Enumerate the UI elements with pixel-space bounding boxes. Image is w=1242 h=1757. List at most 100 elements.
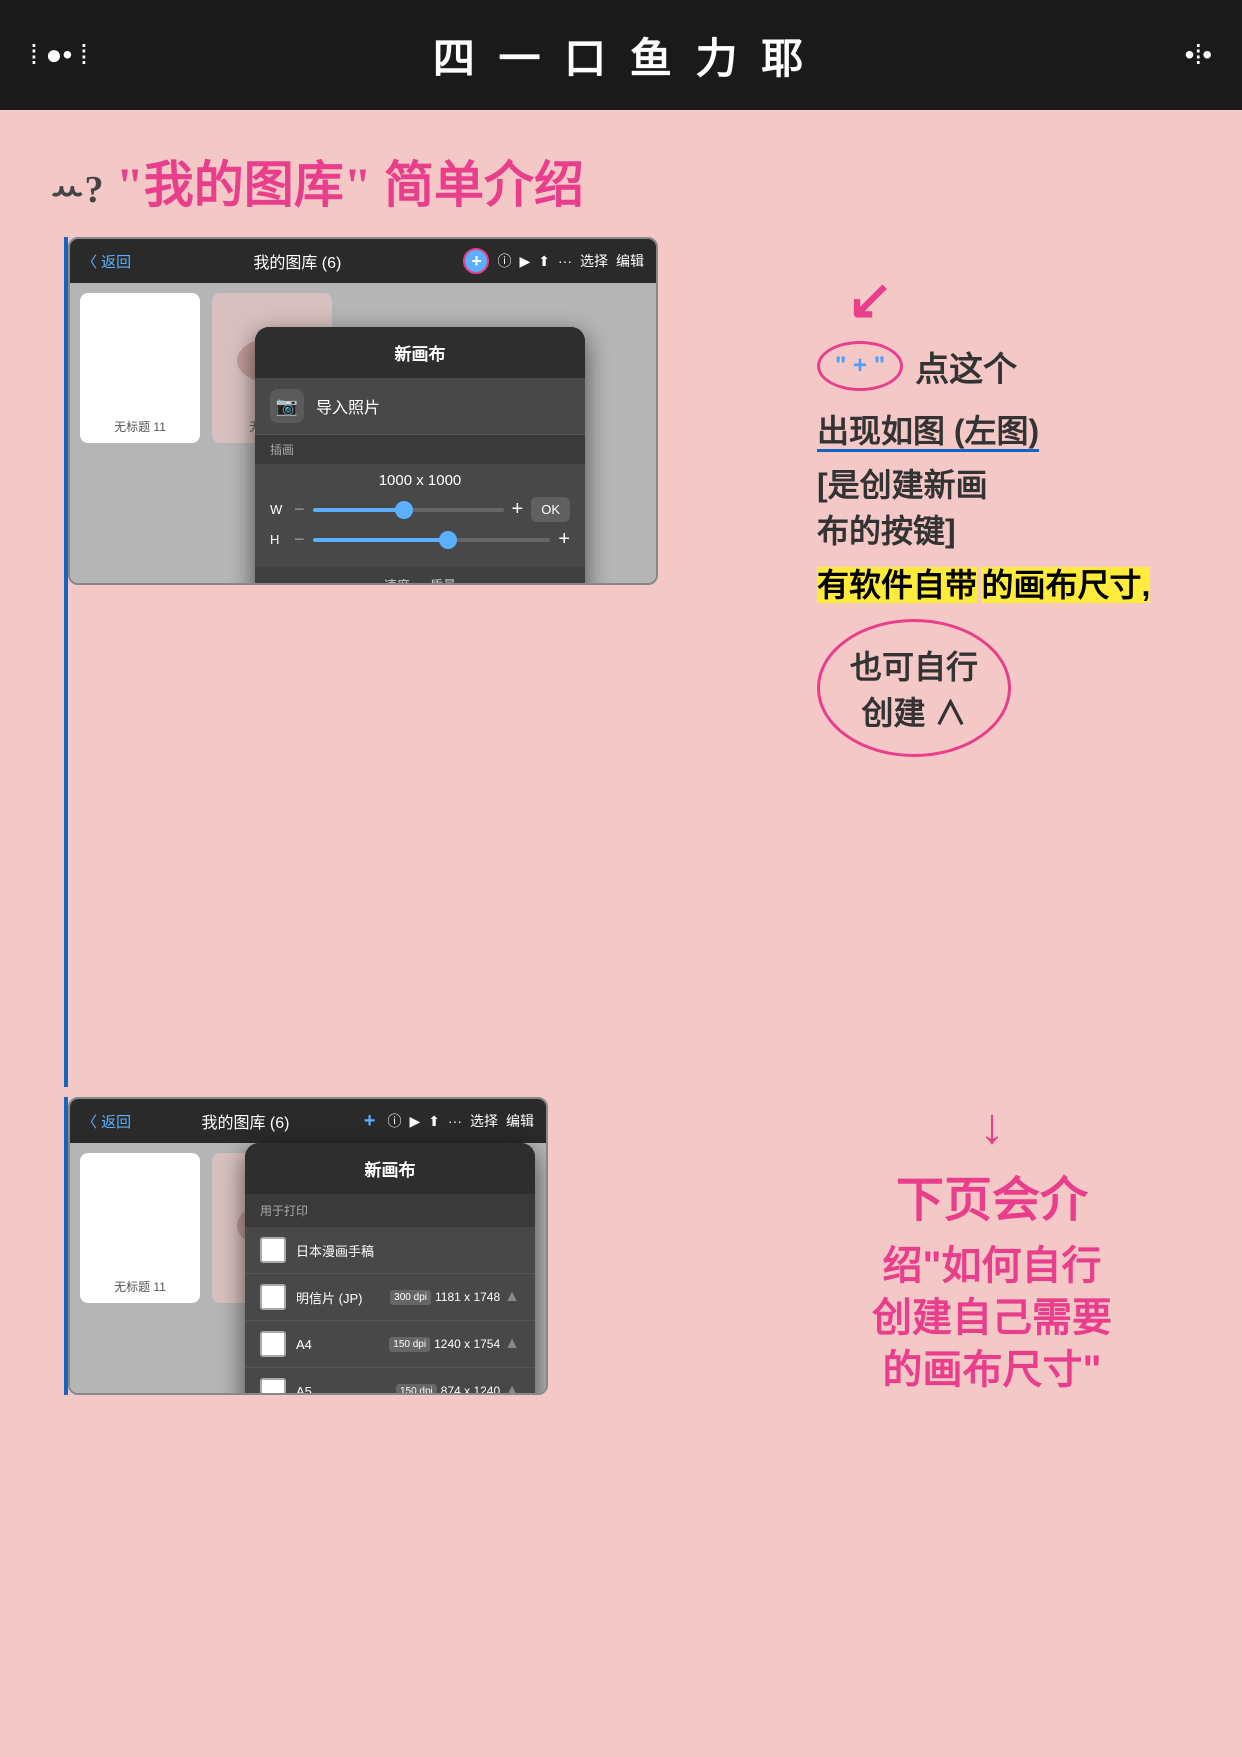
preset-size-b-a4: 1240 x 1754 (434, 1337, 500, 1351)
slider-w-label: W (270, 502, 286, 517)
slider-w-plus[interactable]: + (512, 498, 524, 521)
annotation-text-6: 也可自行 (850, 642, 978, 688)
nav-share-bottom[interactable]: ⬆ (428, 1113, 440, 1130)
slider-h-label: H (270, 532, 286, 547)
bottom-annotation-line4: 的画布尺寸" (777, 1344, 1207, 1396)
ok-button[interactable]: OK (531, 497, 570, 522)
nav-select[interactable]: 选择 (580, 251, 608, 271)
speed-quality: 速度 ↔ 质量 (255, 567, 585, 585)
nav-select-bottom[interactable]: 选择 (470, 1111, 498, 1131)
nav-info-bottom[interactable]: ⓘ (387, 1111, 401, 1131)
preset-b-a5[interactable]: A5 150 dpi 874 x 1240 ▲ (245, 1368, 535, 1395)
preset-arr-b-postcard: ▲ (504, 1288, 520, 1306)
nav-bar-top: 〈 返回 我的图库 (6) + ⓘ ▶ ⬆ ··· 选择 编辑 (70, 239, 656, 283)
preset-name-b-manga: 日本漫画手稿 (296, 1241, 520, 1260)
right-annotations-top: ↙ " + " 点这个 出现如图 (左图) [是创建新画 布的按键] 有软件自带 (817, 267, 1207, 757)
preset-dpi-b-a5: 150 dpi (396, 1384, 437, 1396)
nav-bar-bottom: 〈 返回 我的图库 (6) + ⓘ ▶ ⬆ ··· 选择 编辑 (70, 1099, 546, 1143)
top-bar-left-decor: ⁞ ●• ⁞ (30, 39, 88, 71)
preset-dpi-b-postcard: 300 dpi (390, 1290, 431, 1305)
preset-name-b-a4: A4 (296, 1337, 389, 1352)
preset-arr-b-a5: ▲ (504, 1382, 520, 1395)
nav-edit[interactable]: 编辑 (616, 251, 644, 271)
modal-top: 新画布 📷 导入照片 插画 1000 x 1000 W − (255, 327, 585, 585)
gallery-item-1[interactable]: 无标题 11 (80, 293, 200, 443)
import-label: 导入照片 (316, 394, 380, 418)
nav-title: 我的图库 (6) (139, 249, 455, 273)
camera-icon: 📷 (270, 389, 304, 423)
slider-w-minus[interactable]: − (294, 499, 305, 520)
nav-back-bottom[interactable]: 〈 返回 (82, 1111, 131, 1132)
annotation-text-7: 创建 ∧ (850, 688, 978, 734)
bottom-annotation-line2: 绍"如何自行 (777, 1240, 1207, 1292)
modal-bottom: 新画布 用于打印 日本漫画手稿 明信片 (JP) 300 dpi 1181 x … (245, 1143, 535, 1395)
bubble-text: 点这个 (915, 342, 1017, 391)
annotation-text-1: 出现如图 (左图) (817, 413, 1039, 452)
annotation-text-4: 有软件自带 (817, 567, 977, 603)
gallery-label-b1: 无标题 11 (114, 1278, 166, 1295)
gallery-top: 无标题 11 无标题 7 新画布 📷 导入照片 插画 (70, 283, 656, 583)
canvas-section-label: 插画 (255, 435, 585, 464)
annotation-text-5: 的画布尺寸, (981, 567, 1150, 603)
preset-check-b-manga[interactable] (260, 1237, 286, 1263)
nav-info[interactable]: ⓘ (497, 251, 511, 271)
slider-area: W − + OK H − (255, 493, 585, 567)
annotation-text-3: 布的按键] (817, 506, 1207, 552)
preset-size-b-postcard: 1181 x 1748 (435, 1290, 500, 1304)
size-display: 1000 x 1000 (255, 464, 585, 493)
gallery-item-b1[interactable]: 无标题 11 (80, 1153, 200, 1303)
nav-title-bottom: 我的图库 (6) (139, 1109, 352, 1133)
slider-w-row: W − + OK (270, 497, 570, 522)
preset-b-manga[interactable]: 日本漫画手稿 (245, 1227, 535, 1274)
annotation-text-2: [是创建新画 (817, 460, 1207, 506)
bottom-annotation-line1: 下页会介 (777, 1160, 1207, 1230)
nav-edit-bottom[interactable]: 编辑 (506, 1111, 534, 1131)
slider-w-track[interactable] (313, 508, 504, 512)
bottom-area: 〈 返回 我的图库 (6) + ⓘ ▶ ⬆ ··· 选择 编辑 无标题 11 无… (20, 1097, 1222, 1395)
annotation-lines45: 有软件自带 的画布尺寸, (817, 560, 1207, 606)
import-row[interactable]: 📷 导入照片 (255, 378, 585, 435)
preset-arr-b-a4: ▲ (504, 1335, 520, 1353)
modal-header: 新画布 (255, 327, 585, 378)
page-title: ꕀ? "我的图库" 简单介绍 (50, 145, 1222, 217)
top-bar-right-decor: •⁞• (1185, 39, 1212, 71)
right-annotations-bottom: ↓ 下页会介 绍"如何自行 创建自己需要 的画布尺寸" (777, 1097, 1207, 1396)
main-content: ꕀ? "我的图库" 简单介绍 〈 返回 我的图库 (6) + ⓘ ▶ ⬆ ···… (0, 110, 1242, 1757)
down-arrow-icon: ↓ (980, 1098, 1005, 1154)
print-header-bottom: 用于打印 (245, 1194, 535, 1227)
nav-more-bottom[interactable]: ··· (448, 1113, 462, 1129)
nav-play[interactable]: ▶ (519, 253, 530, 270)
preset-check-b-postcard[interactable] (260, 1284, 286, 1310)
nav-back[interactable]: 〈 返回 (82, 251, 131, 272)
annotation-line1: 出现如图 (左图) (817, 406, 1207, 452)
preset-check-b-a4[interactable] (260, 1331, 286, 1357)
plus-bubble: " + " (817, 341, 903, 391)
preset-b-postcard[interactable]: 明信片 (JP) 300 dpi 1181 x 1748 ▲ (245, 1274, 535, 1321)
plus-bubble-row: " + " 点这个 (817, 341, 1207, 391)
top-section: 〈 返回 我的图库 (6) + ⓘ ▶ ⬆ ··· 选择 编辑 无标题 11 无… (20, 237, 1222, 1087)
nav-plus-btn[interactable]: + (463, 248, 489, 274)
nav-plus-bottom[interactable]: + (364, 1110, 376, 1133)
bottom-annotation-line3: 创建自己需要 (777, 1292, 1207, 1344)
nav-share[interactable]: ⬆ (538, 253, 550, 270)
slider-h-minus[interactable]: − (294, 529, 305, 550)
down-arrow: ↓ (777, 1097, 1207, 1155)
slider-h-track[interactable] (313, 538, 551, 542)
slider-h-plus[interactable]: + (558, 528, 570, 551)
bottom-screenshot: 〈 返回 我的图库 (6) + ⓘ ▶ ⬆ ··· 选择 编辑 无标题 11 无… (68, 1097, 548, 1395)
oval-annotation: 也可自行 创建 ∧ (817, 619, 1011, 757)
nav-play-bottom[interactable]: ▶ (409, 1113, 420, 1130)
top-screenshot: 〈 返回 我的图库 (6) + ⓘ ▶ ⬆ ··· 选择 编辑 无标题 11 无… (68, 237, 658, 585)
pink-arrow-area: ↙ (817, 267, 1207, 331)
modal-header-bottom: 新画布 (245, 1143, 535, 1194)
top-bar-title: 四 一 口 鱼 力 耶 (433, 25, 809, 86)
annotation-lines23: [是创建新画 布的按键] (817, 460, 1207, 552)
preset-dpi-b-a4: 150 dpi (389, 1337, 430, 1352)
gallery-label-1: 无标题 11 (114, 418, 166, 435)
slider-h-row: H − + (270, 528, 570, 551)
nav-more[interactable]: ··· (558, 253, 572, 269)
preset-size-b-a5: 874 x 1240 (441, 1384, 500, 1395)
preset-b-a4[interactable]: A4 150 dpi 1240 x 1754 ▲ (245, 1321, 535, 1368)
top-bar: ⁞ ●• ⁞ 四 一 口 鱼 力 耶 •⁞• (0, 0, 1242, 110)
preset-check-b-a5[interactable] (260, 1378, 286, 1395)
